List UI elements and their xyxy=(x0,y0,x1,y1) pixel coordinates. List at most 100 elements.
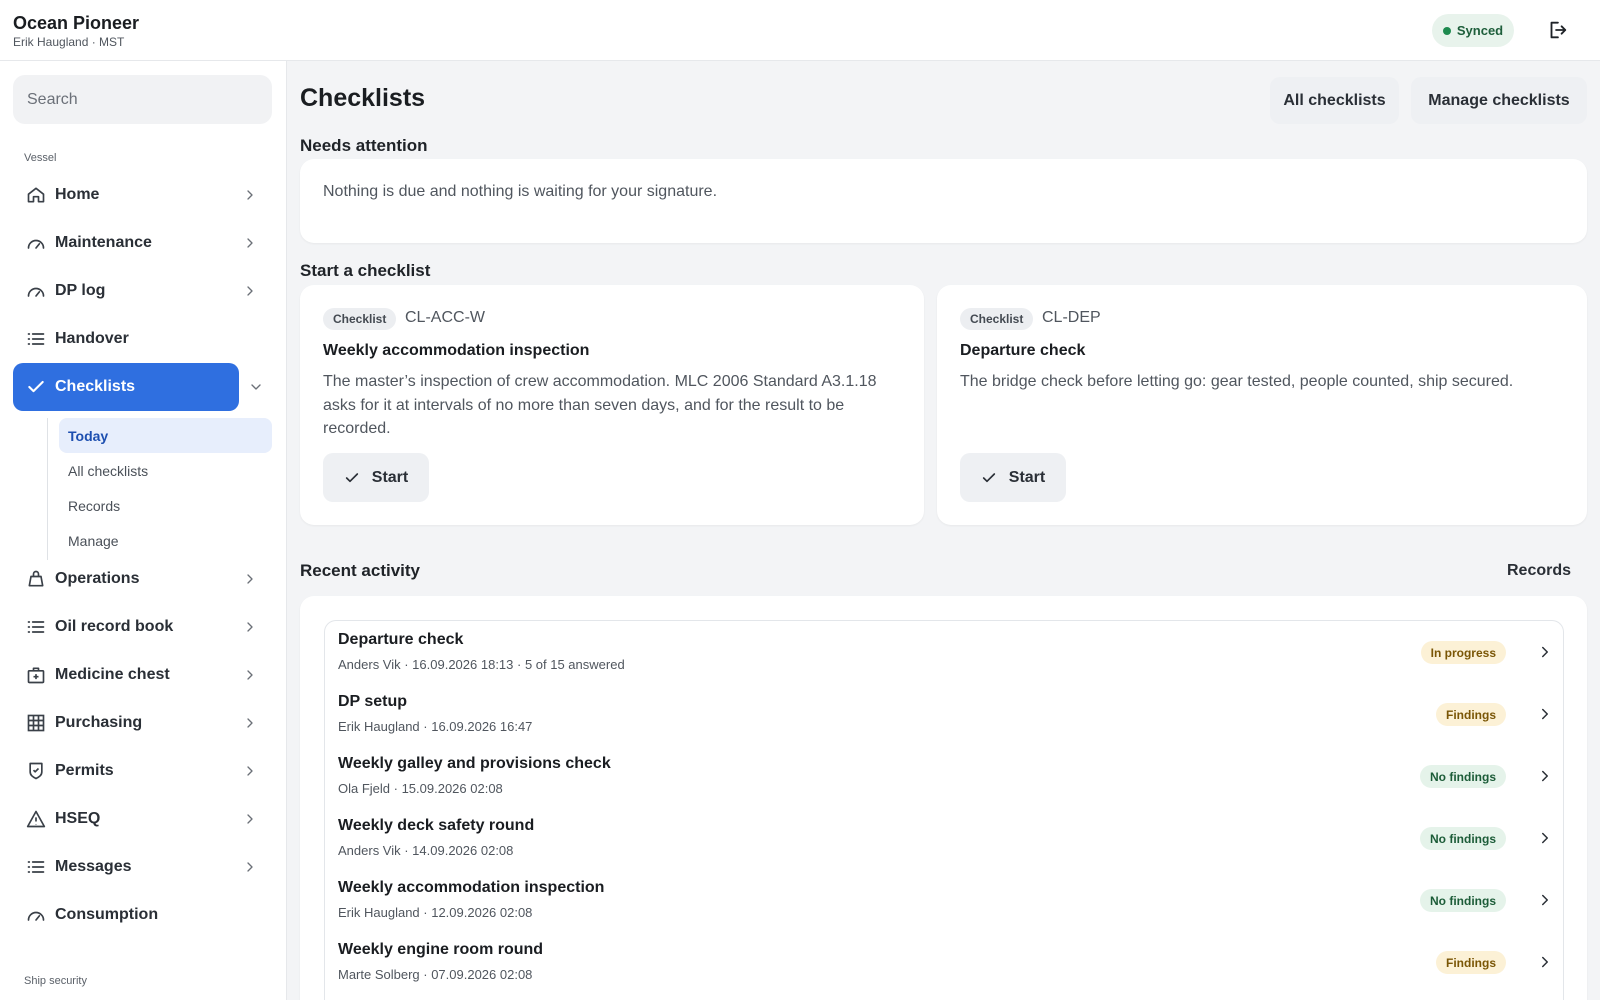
chevron-right-icon xyxy=(242,763,258,779)
chevron-right-icon xyxy=(1536,643,1554,661)
page-title: Checklists xyxy=(300,84,426,112)
sidebar-item-medicine-chest[interactable]: Medicine chest xyxy=(13,651,272,699)
top-bar: Ocean Pioneer Erik Haugland · MST Synced xyxy=(0,0,1600,61)
status-badge: Findings xyxy=(1436,703,1506,726)
subnav-item-all-checklists[interactable]: All checklists xyxy=(59,453,272,488)
sidebar-item-consumption[interactable]: Consumption xyxy=(13,891,272,939)
activity-title: Weekly deck safety round xyxy=(338,817,535,834)
gauge-icon xyxy=(26,233,46,253)
subnav-item-manage[interactable]: Manage xyxy=(59,523,272,558)
gauge-icon xyxy=(26,281,46,301)
subnav-item-today[interactable]: Today xyxy=(59,418,272,453)
sync-status-label: Synced xyxy=(1456,23,1504,38)
needs-attention-title: Needs attention xyxy=(300,136,428,155)
sidebar-item-handover[interactable]: Handover xyxy=(13,315,272,363)
chevron-right-icon xyxy=(242,235,258,251)
chevron-right-icon xyxy=(1536,829,1554,847)
sidebar-item-label: Consumption xyxy=(55,906,159,923)
chevron-right-icon xyxy=(1536,705,1554,723)
sidebar-item-checklists[interactable]: Checklists xyxy=(13,363,239,411)
section-label-vessel: Vessel xyxy=(24,152,57,164)
subnav-item-records[interactable]: Records xyxy=(59,488,272,523)
chevron-right-icon xyxy=(1536,767,1554,785)
sidebar-item-label: HSEQ xyxy=(55,810,101,827)
chevron-right-icon xyxy=(1536,953,1554,971)
search-input[interactable] xyxy=(13,75,272,124)
sidebar-item-label: Permits xyxy=(55,762,114,779)
user-line: Erik Haugland · MST xyxy=(13,35,125,49)
status-badge: No findings xyxy=(1420,827,1506,850)
sidebar-item-label: Messages xyxy=(55,858,132,875)
checklist-card-cl-acc-w: Checklist CL-ACC-W Weekly accommodation in… xyxy=(300,285,924,525)
start-label: Start xyxy=(371,468,409,486)
sidebar-item-home[interactable]: Home xyxy=(13,171,272,219)
subnav-line xyxy=(47,418,48,560)
warning-icon xyxy=(26,809,46,829)
all-checklists-button[interactable]: All checklists xyxy=(1270,77,1399,124)
activity-row[interactable]: Departure check Anders Vik · 16.09.2026 1… xyxy=(325,621,1563,683)
checklist-description-line: recorded. xyxy=(323,420,391,437)
bag-icon xyxy=(26,569,46,589)
chevron-right-icon xyxy=(242,619,258,635)
activity-row[interactable]: Weekly accommodation inspection Erik Haug… xyxy=(325,869,1563,931)
checklist-title: Departure check xyxy=(960,342,1086,359)
status-badge: Findings xyxy=(1436,951,1506,974)
checklist-title: Weekly accommodation inspection xyxy=(323,342,590,359)
check-icon xyxy=(26,377,46,397)
list-icon xyxy=(26,329,46,349)
activity-title: Weekly engine room round xyxy=(338,941,544,958)
chevron-right-icon xyxy=(242,715,258,731)
activity-title: Weekly galley and provisions check xyxy=(338,755,611,772)
checklist-description: The master’s inspection of crew accommod… xyxy=(323,370,876,441)
start-checklist-button[interactable]: Start xyxy=(323,453,429,502)
chevron-right-icon xyxy=(242,811,258,827)
logout-icon xyxy=(1550,21,1567,39)
sidebar-item-dp-log[interactable]: DP log xyxy=(13,267,272,315)
checklist-code: CL-ACC-W xyxy=(405,309,485,326)
chevron-right-icon xyxy=(242,667,258,683)
section-label-ship-security: Ship security xyxy=(24,975,87,987)
checklist-code: CL-DEP xyxy=(1042,309,1101,326)
chevron-right-icon xyxy=(242,571,258,587)
logout-button[interactable] xyxy=(1545,18,1569,42)
sidebar-item-messages[interactable]: Messages xyxy=(13,843,272,891)
sidebar-item-label: Home xyxy=(55,186,100,203)
activity-row[interactable]: Weekly deck safety round Anders Vik · 14.… xyxy=(325,807,1563,869)
sidebar-item-label: Medicine chest xyxy=(55,666,170,683)
checklist-tag: Checklist xyxy=(960,308,1034,330)
start-label: Start xyxy=(1008,468,1046,486)
manage-checklists-button[interactable]: Manage checklists xyxy=(1411,77,1587,124)
checklist-description-line: The master’s inspection of crew accommod… xyxy=(323,373,877,390)
sidebar-item-hseq[interactable]: HSEQ xyxy=(13,795,272,843)
activity-meta: Erik Haugland · 12.09.2026 02:08 xyxy=(338,905,533,920)
sidebar-item-maintenance[interactable]: Maintenance xyxy=(13,219,272,267)
activity-title: Departure check xyxy=(338,631,464,648)
activity-row[interactable]: Weekly galley and provisions check Ola Fj… xyxy=(325,745,1563,807)
sidebar-item-purchasing[interactable]: Purchasing xyxy=(13,699,272,747)
activity-row[interactable]: DP setup Erik Haugland · 16.09.2026 16:47… xyxy=(325,683,1563,745)
sidebar-item-label: Purchasing xyxy=(55,714,143,731)
medkit-icon xyxy=(26,665,46,685)
needs-attention-text: Nothing is due and nothing is waiting fo… xyxy=(323,183,718,200)
sidebar-item-label: DP log xyxy=(55,282,106,299)
activity-title: DP setup xyxy=(338,693,408,710)
sync-dot-icon xyxy=(1442,26,1451,35)
chevron-right-icon xyxy=(1536,891,1554,909)
sidebar-item-label: Operations xyxy=(55,570,140,587)
start-checklist-button[interactable]: Start xyxy=(960,453,1066,502)
chevron-right-icon xyxy=(242,283,258,299)
activity-meta: Anders Vik · 16.09.2026 18:13 · 5 of 15 … xyxy=(338,657,625,672)
chevron-down-icon[interactable] xyxy=(248,379,264,395)
list-icon xyxy=(26,617,46,637)
brand: Ocean Pioneer Erik Haugland · MST xyxy=(13,12,139,50)
sidebar-item-oil-record-book[interactable]: Oil record book xyxy=(13,603,272,651)
records-link[interactable]: Records xyxy=(1507,562,1571,580)
activity-row[interactable]: Weekly engine room round Marte Solberg · … xyxy=(325,931,1563,993)
check-icon xyxy=(344,470,360,486)
main-content: Checklists All checklists Manage checkli… xyxy=(287,61,1600,1000)
sidebar-item-operations[interactable]: Operations xyxy=(13,555,272,603)
sidebar-item-permits[interactable]: Permits xyxy=(13,747,272,795)
status-badge: No findings xyxy=(1420,889,1506,912)
sidebar-item-label: Maintenance xyxy=(55,234,152,251)
gauge-icon xyxy=(26,905,46,925)
